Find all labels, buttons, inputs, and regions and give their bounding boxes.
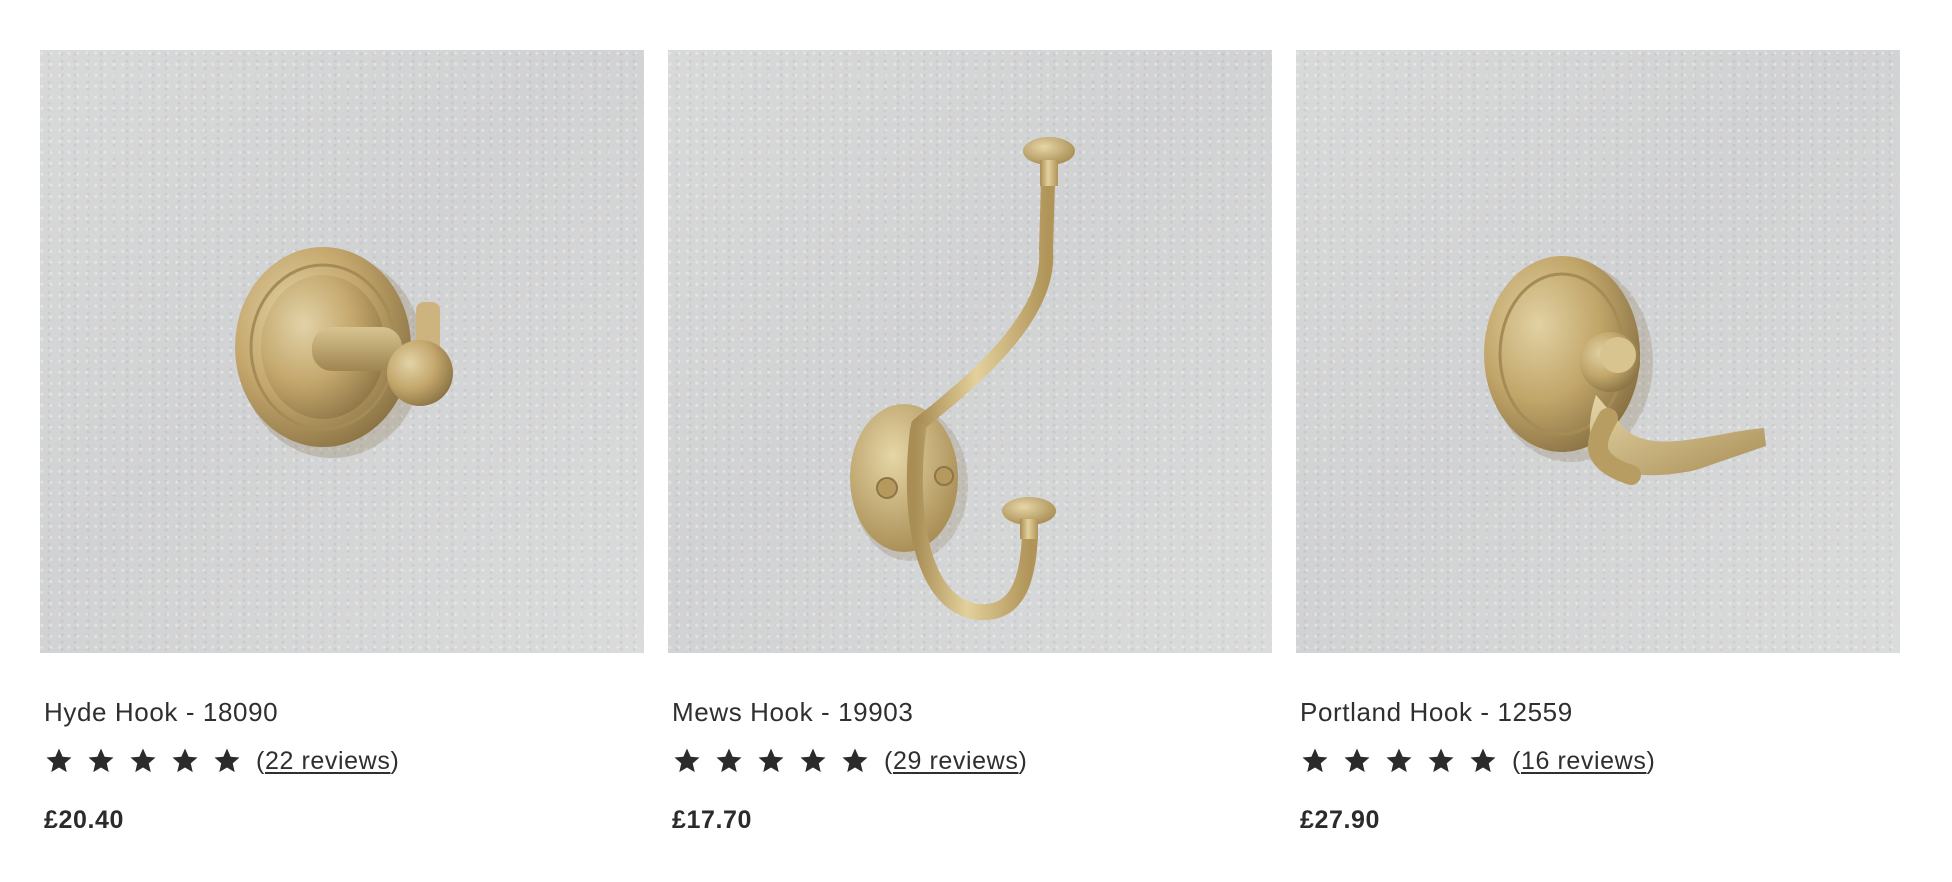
star-icon: [1344, 748, 1370, 773]
star-icon: [1470, 748, 1496, 773]
product-image-mews-hook[interactable]: [668, 50, 1272, 653]
reviews-link[interactable]: 29 reviews: [893, 747, 1019, 775]
star-icon: [842, 748, 868, 773]
star-icon: [130, 748, 156, 773]
product-price: £20.40: [44, 806, 125, 834]
reviews-count: (22 reviews): [256, 747, 399, 776]
rating-row: (16 reviews): [1300, 744, 1655, 778]
rating-row: (29 reviews): [672, 744, 1027, 778]
reviews-open-paren: (: [884, 746, 893, 775]
product-grid: Hyde Hook - 18090 (22 reviews) £20.40 Me…: [0, 0, 1952, 882]
reviews-open-paren: (: [256, 746, 265, 775]
hyde-hook-illustration: [235, 247, 453, 458]
product-image-hyde-hook[interactable]: [40, 50, 644, 653]
reviews-open-paren: (: [1512, 746, 1521, 775]
rating-row: (22 reviews): [44, 744, 399, 778]
product-title[interactable]: Portland Hook - 12559: [1300, 697, 1573, 728]
reviews-link[interactable]: 22 reviews: [265, 747, 391, 775]
mews-hook-illustration: [850, 137, 1075, 621]
star-icon: [46, 748, 72, 773]
star-icon: [758, 748, 784, 773]
product-price: £27.90: [1300, 806, 1381, 834]
product-title[interactable]: Hyde Hook - 18090: [44, 697, 278, 728]
star-icon: [1302, 748, 1328, 773]
product-card-hyde-hook: Hyde Hook - 18090 (22 reviews) £20.40: [40, 50, 644, 850]
reviews-link[interactable]: 16 reviews: [1521, 747, 1647, 775]
star-icon: [800, 748, 826, 773]
star-rating: [1300, 746, 1498, 776]
product-title[interactable]: Mews Hook - 19903: [672, 697, 913, 728]
portland-hook-illustration: [1484, 256, 1766, 485]
star-icon: [716, 748, 742, 773]
reviews-close-paren: ): [1018, 746, 1028, 775]
star-icon: [214, 748, 240, 773]
star-icon: [88, 748, 114, 773]
product-price: £17.70: [672, 806, 753, 834]
star-icon: [1428, 748, 1454, 773]
reviews-close-paren: ): [1646, 746, 1656, 775]
reviews-close-paren: ): [390, 746, 400, 775]
star-icon: [1386, 748, 1412, 773]
star-icon: [674, 748, 700, 773]
product-image-portland-hook[interactable]: [1296, 50, 1900, 653]
product-card-portland-hook: Portland Hook - 12559 (16 reviews) £27.9…: [1296, 50, 1900, 850]
star-icon: [172, 748, 198, 773]
product-card-mews-hook: Mews Hook - 19903 (29 reviews) £17.70: [668, 50, 1272, 850]
reviews-count: (16 reviews): [1512, 747, 1655, 776]
star-rating: [44, 746, 242, 776]
star-rating: [672, 746, 870, 776]
reviews-count: (29 reviews): [884, 747, 1027, 776]
